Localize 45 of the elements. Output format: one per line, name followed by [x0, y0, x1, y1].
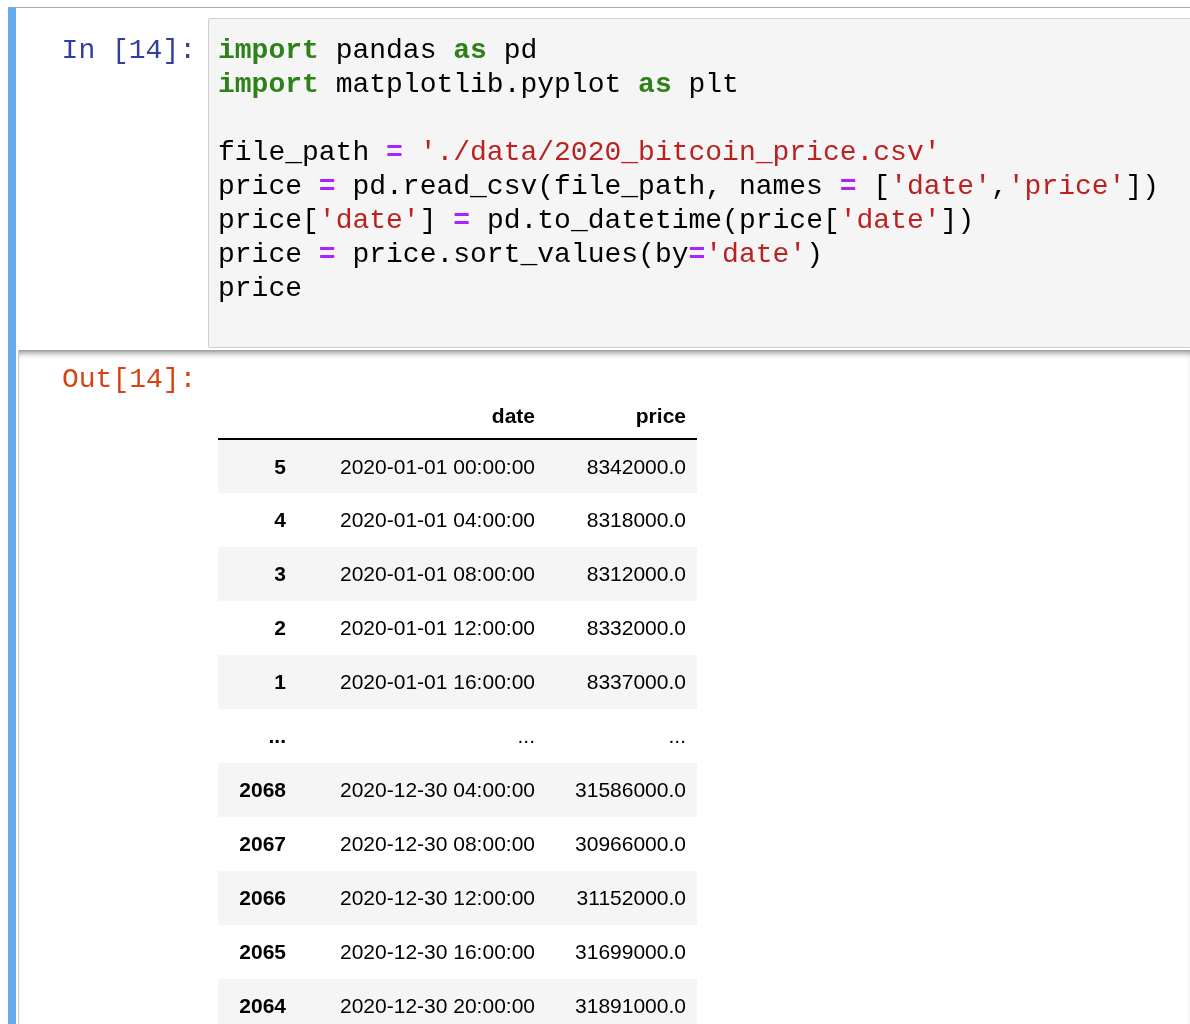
row-index: 2066 — [239, 886, 286, 909]
row-index: 2067 — [239, 832, 286, 855]
code-line: price['date'] = pd.to_datetime(price['date']) — [218, 204, 975, 238]
table-cell: 2020-12-30 08:00:00 — [340, 832, 535, 855]
table-cell: 2020-12-30 20:00:00 — [340, 994, 535, 1017]
input-prompt: In [14]: — [60, 34, 197, 68]
code-line: file_path = './data/2020_bitcoin_price.csv' — [218, 136, 941, 170]
table-cell: 2020-12-30 04:00:00 — [340, 778, 535, 801]
code-editor[interactable] — [208, 18, 1190, 348]
table-cell: 2020-01-01 04:00:00 — [340, 508, 535, 531]
table-cell: 8312000.0 — [586, 562, 686, 585]
table-cell: ... — [668, 724, 686, 747]
table-cell: 31699000.0 — [575, 940, 686, 963]
row-index: 4 — [274, 508, 286, 531]
code-line: price = pd.read_csv(file_path, names = ['date','price']) — [218, 170, 1160, 204]
row-index: 2 — [274, 616, 286, 639]
table-cell: 8337000.0 — [586, 670, 686, 693]
table-cell: 8318000.0 — [586, 508, 686, 531]
table-cell: 31152000.0 — [576, 886, 686, 909]
row-index: 2065 — [239, 940, 286, 963]
column-header: date — [491, 404, 535, 427]
table-cell: 8332000.0 — [586, 616, 686, 639]
table-cell: 2020-12-30 16:00:00 — [340, 940, 535, 963]
table-cell: 2020-01-01 08:00:00 — [340, 562, 535, 585]
code-line: import pandas as pd — [218, 34, 538, 68]
row-index: 3 — [274, 562, 286, 585]
code-line: price — [218, 272, 302, 306]
row-index: 2064 — [239, 994, 286, 1017]
table-cell: 2020-01-01 16:00:00 — [340, 670, 535, 693]
table-cell: 2020-01-01 00:00:00 — [340, 454, 535, 478]
table-cell: 31891000.0 — [575, 994, 686, 1017]
row-index: 2068 — [239, 778, 286, 801]
table-cell: ... — [517, 724, 535, 747]
code-line: price = price.sort_values(by='date') — [218, 238, 823, 272]
row-index: 5 — [274, 454, 286, 478]
row-index: 1 — [274, 670, 286, 693]
table-cell: 30966000.0 — [575, 832, 686, 855]
row-index: ... — [268, 724, 286, 747]
table-cell: 31586000.0 — [575, 778, 686, 801]
table-cell: 2020-01-01 12:00:00 — [340, 616, 535, 639]
table-cell: 8342000.0 — [586, 454, 686, 478]
column-header: price — [635, 404, 686, 427]
table-cell: 2020-12-30 12:00:00 — [340, 886, 535, 909]
output-prompt: Out[14]: — [61, 363, 198, 397]
code-line: import matplotlib.pyplot as plt — [218, 68, 739, 102]
